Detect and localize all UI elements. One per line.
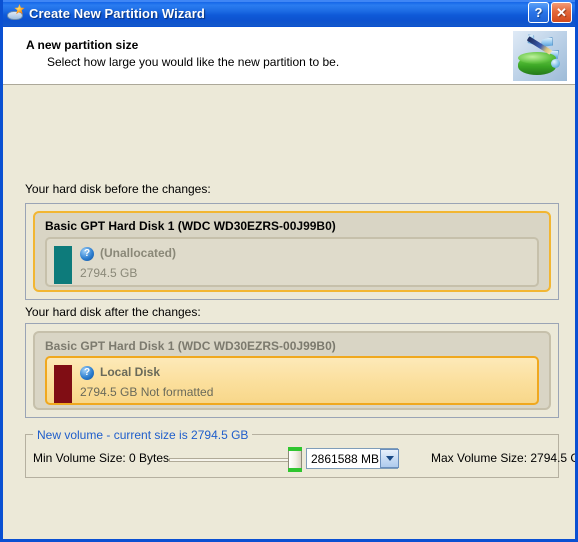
volume-size-slider-thumb[interactable] <box>288 447 302 472</box>
before-partition-name: (Unallocated) <box>100 246 177 260</box>
before-partition-block[interactable]: ? (Unallocated) 2794.5 GB <box>45 237 539 287</box>
wizard-body: Your hard disk before the changes: Basic… <box>3 85 578 539</box>
max-volume-size-label: Max Volume Size: 2794.5 GB <box>431 451 578 465</box>
min-volume-size-label: Min Volume Size: 0 Bytes <box>33 451 170 465</box>
window-title: Create New Partition Wizard <box>29 5 205 21</box>
create-new-partition-wizard-window: Create New Partition Wizard ? ✕ A new pa… <box>0 0 578 542</box>
disk-pie-pen-icon <box>513 31 567 81</box>
partition-color-swatch <box>54 246 72 284</box>
partition-color-swatch <box>54 365 72 403</box>
after-disk-title: Basic GPT Hard Disk 1 (WDC WD30EZRS-00J9… <box>45 339 336 353</box>
partition-disk-star-icon <box>7 4 25 22</box>
title-bar: Create New Partition Wizard ? ✕ <box>3 0 575 27</box>
before-partition-size: 2794.5 GB <box>80 266 138 280</box>
help-button[interactable]: ? <box>528 2 549 23</box>
after-partition-block[interactable]: ? Local Disk 2794.5 GB Not formatted <box>45 356 539 405</box>
before-disk-group: Basic GPT Hard Disk 1 (WDC WD30EZRS-00J9… <box>33 211 551 292</box>
volume-size-slider-track[interactable] <box>169 458 290 462</box>
before-changes-label: Your hard disk before the changes: <box>25 182 211 196</box>
after-partition-name: Local Disk <box>100 365 161 379</box>
after-disk-panel: Basic GPT Hard Disk 1 (WDC WD30EZRS-00J9… <box>25 323 559 418</box>
after-disk-group: Basic GPT Hard Disk 1 (WDC WD30EZRS-00J9… <box>33 331 551 410</box>
chevron-down-icon <box>385 456 394 461</box>
after-changes-label: Your hard disk after the changes: <box>25 305 201 319</box>
page-subtitle: Select how large you would like the new … <box>47 55 340 69</box>
before-disk-panel: Basic GPT Hard Disk 1 (WDC WD30EZRS-00J9… <box>25 203 559 300</box>
question-mark-icon: ? <box>80 247 94 261</box>
wizard-header: A new partition size Select how large yo… <box>3 27 575 85</box>
new-volume-legend: New volume - current size is 2794.5 GB <box>33 428 253 442</box>
volume-size-value: 2861588 MB <box>311 451 380 466</box>
question-mark-icon: ? <box>80 366 94 380</box>
after-partition-size: 2794.5 GB Not formatted <box>80 385 214 399</box>
before-disk-title: Basic GPT Hard Disk 1 (WDC WD30EZRS-00J9… <box>45 219 336 233</box>
volume-unit-dropdown[interactable] <box>380 449 399 468</box>
title-bar-buttons: ? ✕ <box>528 2 572 23</box>
page-title: A new partition size <box>26 38 139 52</box>
close-icon[interactable]: ✕ <box>551 2 572 23</box>
